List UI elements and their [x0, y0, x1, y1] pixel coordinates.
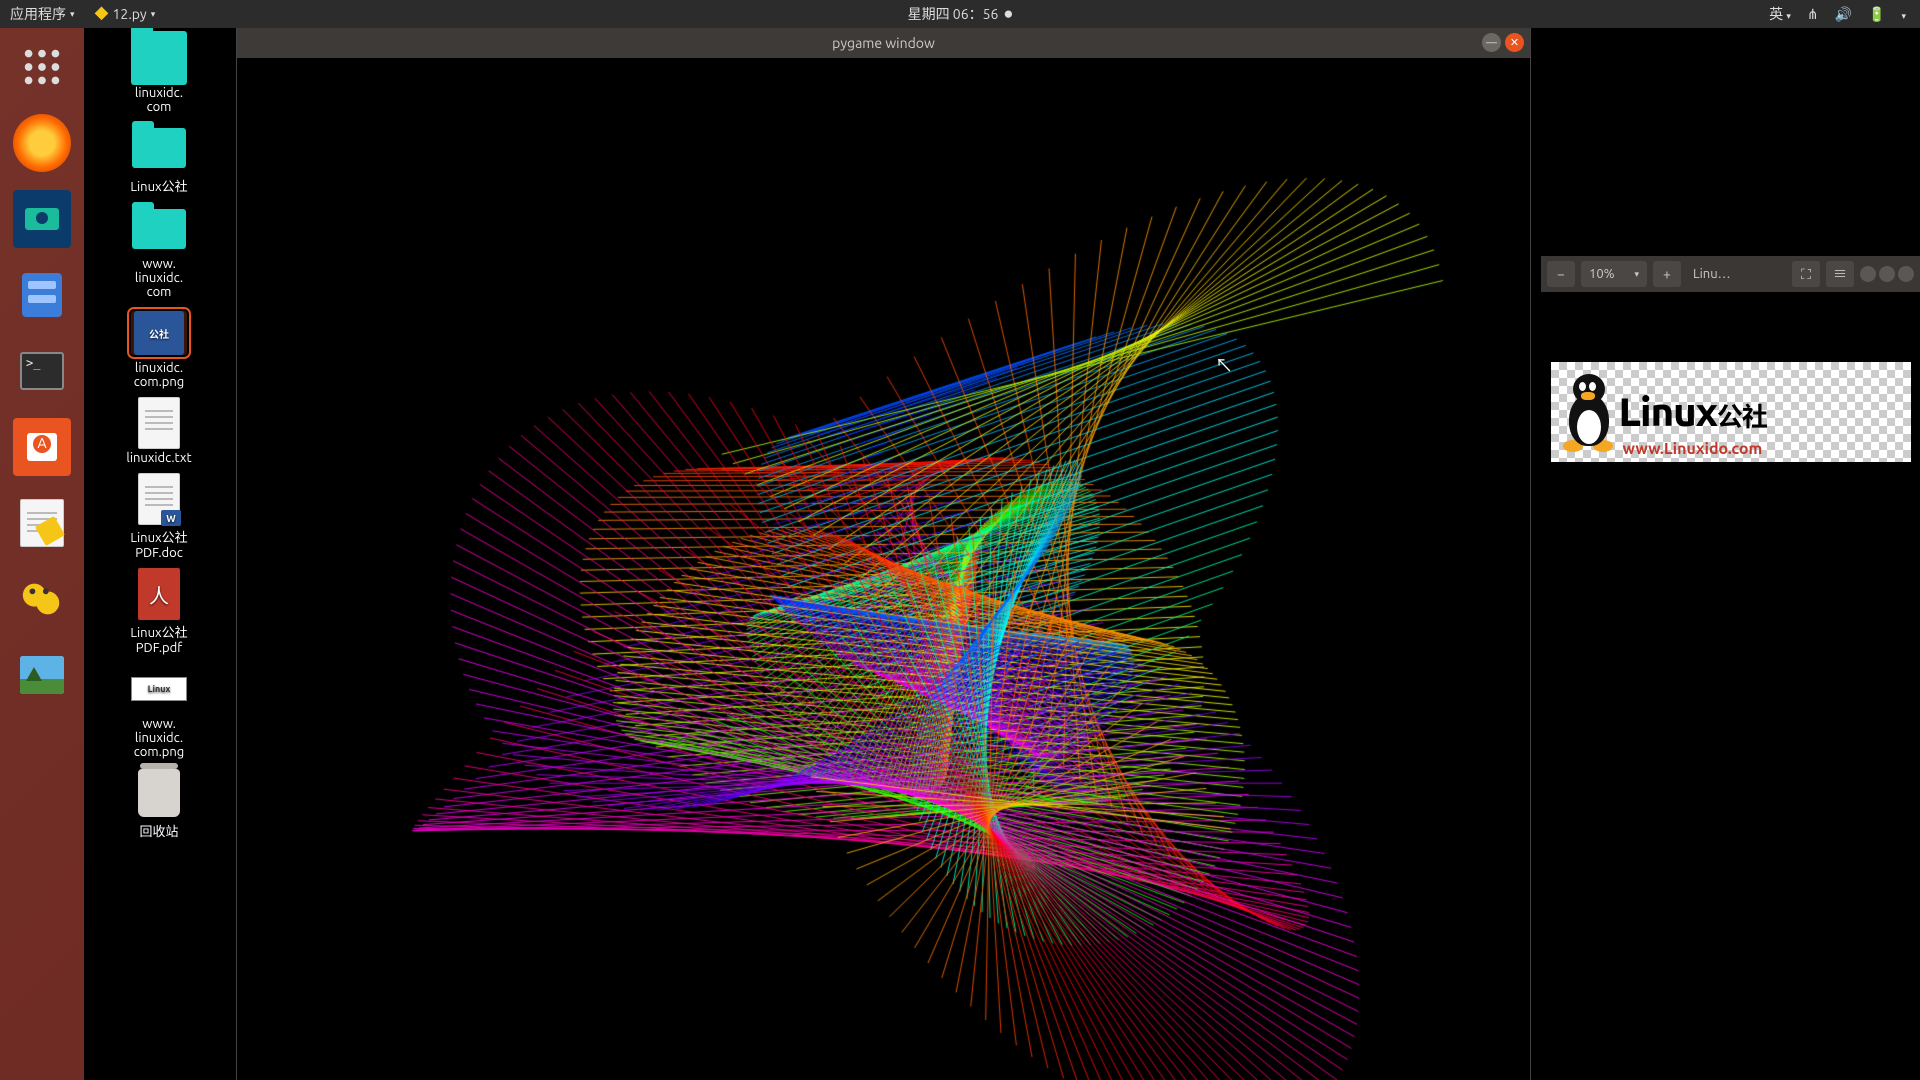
firefox-icon[interactable]: [13, 114, 71, 172]
python-app-icon[interactable]: [13, 570, 71, 628]
desktop-item[interactable]: Linuxwww. linuxidc. com.png: [99, 667, 219, 759]
desktop-item-label: www. linuxidc. com: [135, 257, 183, 299]
network-icon[interactable]: ⋔: [1807, 6, 1819, 23]
volume-icon[interactable]: 🔊: [1835, 6, 1852, 23]
desktop-item[interactable]: 人Linux公社 PDF.pdf: [99, 572, 219, 655]
pygame-canvas: [237, 58, 1530, 1080]
system-menu[interactable]: ▾: [1901, 6, 1906, 22]
desktop-item[interactable]: www. linuxidc. com: [99, 207, 219, 299]
pygame-title: pygame window: [832, 35, 935, 51]
desktop-item[interactable]: linuxidc.txt: [99, 401, 219, 465]
image-viewer-window: − 10%▾ + Linu… ⛶ ≡ Linux公社 www.Linuxido.…: [1541, 256, 1920, 531]
desktop-item-label: Linux公社: [130, 176, 187, 195]
linux-logo: Linux公社 www.Linuxido.com: [1551, 362, 1911, 462]
text-editor-icon[interactable]: [13, 494, 71, 552]
viewer-close-button[interactable]: [1898, 266, 1914, 282]
pygame-titlebar[interactable]: pygame window — ✕: [237, 28, 1530, 58]
ime-indicator[interactable]: 英 ▾: [1769, 4, 1791, 24]
zoom-out-button[interactable]: −: [1547, 261, 1575, 287]
desktop-item[interactable]: 回收站: [99, 771, 219, 840]
desktop-item[interactable]: linuxidc. com: [99, 36, 219, 114]
zoom-select[interactable]: 10%▾: [1581, 261, 1647, 287]
menu-button[interactable]: ≡: [1826, 261, 1854, 287]
desktop-item-label: Linux公社 PDF.doc: [130, 527, 187, 560]
desktop-icons: linuxidc. com Linux公社 www. linuxidc. com 公社…: [94, 36, 224, 840]
fullscreen-button[interactable]: ⛶: [1792, 261, 1820, 287]
apps-grid-icon[interactable]: [13, 38, 71, 96]
desktop-item[interactable]: Linux公社: [99, 126, 219, 195]
image-viewer-title: Linu…: [1687, 267, 1786, 281]
top-panel: 应用程序 ▾ ◆ 12.py ▾ 星期四 06：56● 英 ▾ ⋔ 🔊 🔋 ▾: [0, 0, 1920, 28]
desktop-item[interactable]: 公社linuxidc. com.png: [99, 311, 219, 389]
image-viewer-toolbar: − 10%▾ + Linu… ⛶ ≡: [1541, 256, 1920, 292]
viewer-maximize-button[interactable]: [1879, 266, 1895, 282]
minimize-button[interactable]: —: [1482, 33, 1501, 52]
desktop-item-label: linuxidc.txt: [126, 451, 191, 465]
image-viewer-icon[interactable]: [13, 646, 71, 704]
zoom-in-button[interactable]: +: [1653, 261, 1681, 287]
software-center-icon[interactable]: A: [13, 418, 71, 476]
files-icon[interactable]: [13, 266, 71, 324]
pygame-window: pygame window — ✕: [237, 28, 1530, 1080]
image-viewer-content: Linux公社 www.Linuxido.com: [1541, 292, 1920, 531]
screenshot-app-icon[interactable]: [13, 190, 71, 248]
desktop-item-label: Linux公社 PDF.pdf: [130, 622, 187, 655]
desktop-item[interactable]: WLinux公社 PDF.doc: [99, 477, 219, 560]
desktop-item-label: 回收站: [139, 821, 178, 840]
desktop-item-label: linuxidc. com.png: [134, 361, 185, 389]
tux-icon: [1559, 372, 1619, 452]
desktop-item-label: www. linuxidc. com.png: [134, 717, 185, 759]
active-app-indicator[interactable]: ◆ 12.py ▾: [85, 4, 166, 24]
applications-menu[interactable]: 应用程序 ▾: [0, 4, 85, 24]
viewer-minimize-button[interactable]: [1860, 266, 1876, 282]
desktop-item-label: linuxidc. com: [135, 86, 183, 114]
launcher-dock: >_ A: [0, 28, 84, 1080]
close-button[interactable]: ✕: [1505, 33, 1524, 52]
terminal-icon[interactable]: >_: [13, 342, 71, 400]
clock[interactable]: 星期四 06：56●: [908, 4, 1013, 24]
battery-icon[interactable]: 🔋: [1868, 6, 1885, 23]
